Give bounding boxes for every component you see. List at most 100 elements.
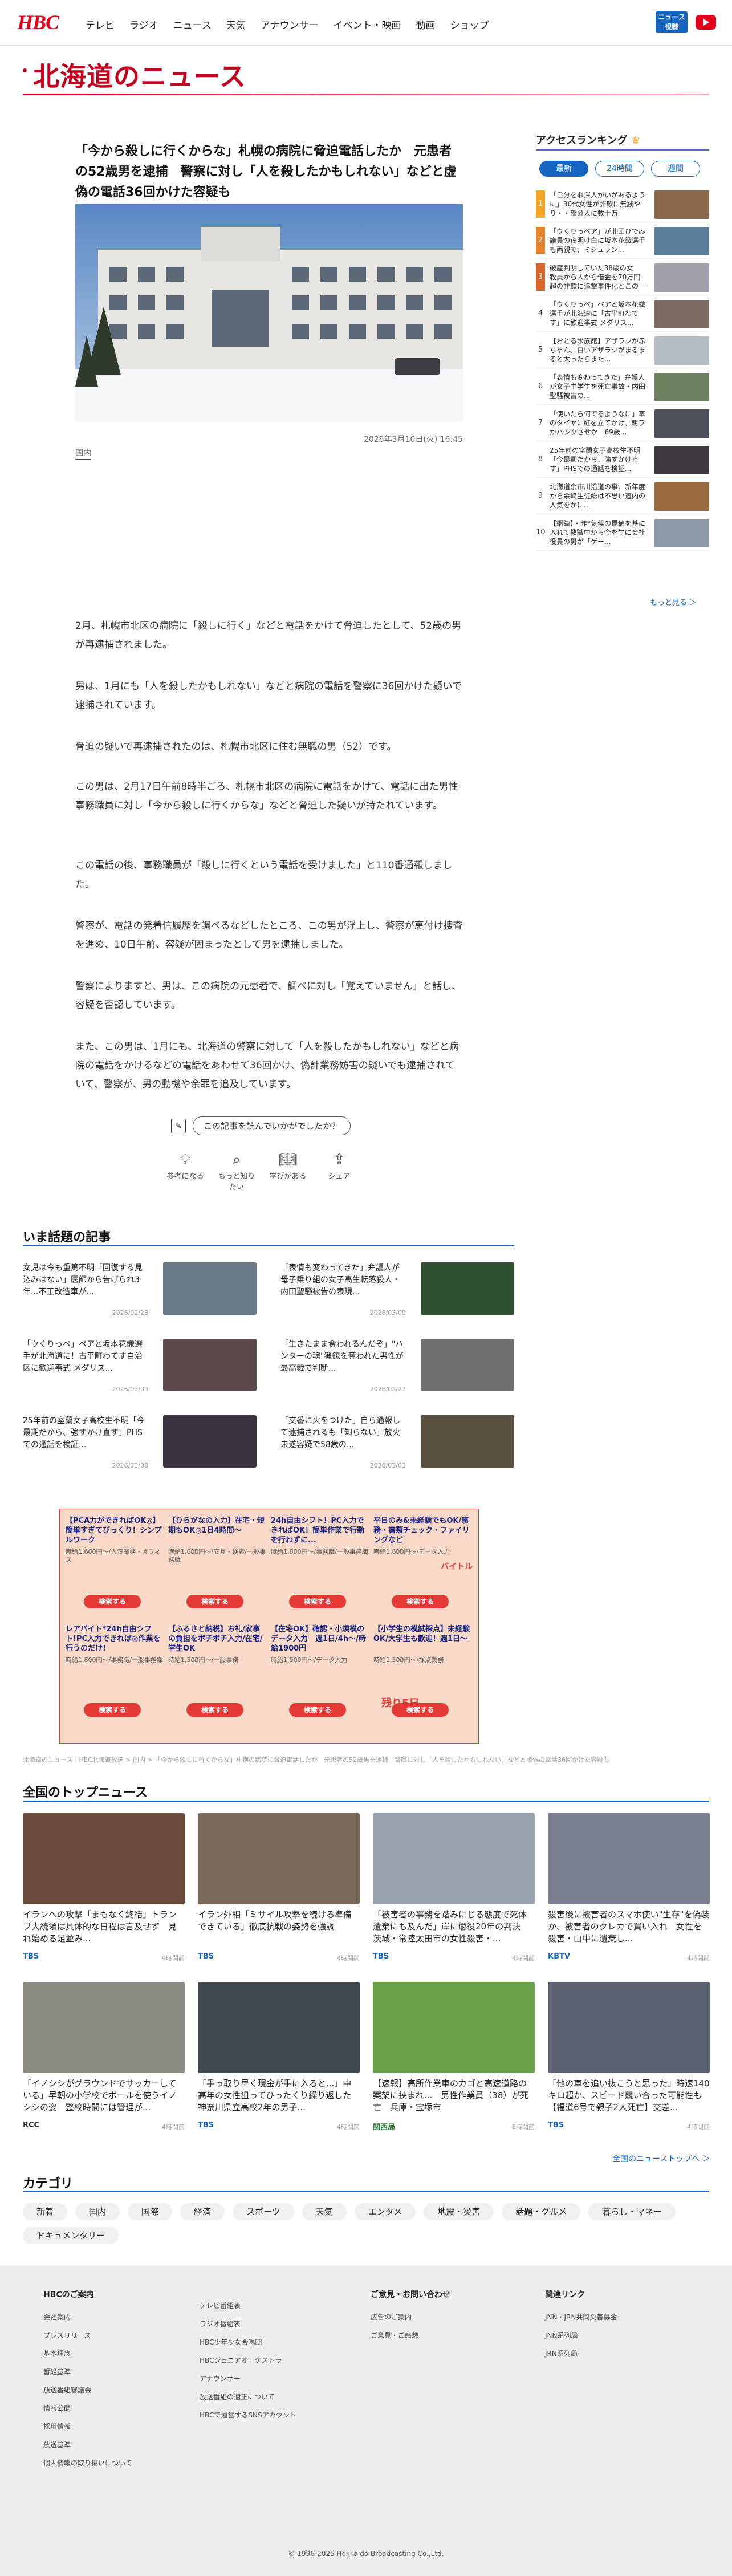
category-chip[interactable]: 国内	[75, 2203, 120, 2220]
nav-item[interactable]: アナウンサー	[261, 17, 319, 31]
footer-link[interactable]: テレビ番組表	[200, 2297, 296, 2315]
ranking-item[interactable]: 10 【網臨】・昨*気候の昆値を基に入れて教職中から今を生に会社役員の男が「ゲー.…	[536, 514, 709, 551]
national-news-item[interactable]: 【速報】高所作業車のカゴと高速道路の案架に挟まれ... 男性作業員（38）が死亡…	[373, 1982, 535, 2142]
footer-link[interactable]: 放送基準	[43, 2436, 132, 2454]
news-headline: 「他の車を追い抜こうと思った」時速140キロ超か、スピード競い合った可能性も【福…	[548, 2078, 710, 2112]
footer-link[interactable]: HBCジュニアオーケストラ	[200, 2351, 296, 2370]
national-news-item[interactable]: 「手っ取り早く現金が手に入ると...」中高年の女性狙ってひったくり繰り返した 神…	[198, 1982, 360, 2142]
nav-item[interactable]: イベント・映画	[334, 17, 401, 31]
footer-link[interactable]: ラジオ番組表	[200, 2315, 296, 2333]
nav-item[interactable]: ラジオ	[129, 17, 158, 31]
footer-link[interactable]: 個人情報の取り扱いについて	[43, 2454, 132, 2472]
ad-offer[interactable]: 24h自由シフト！PC入力できればOK！簡単作業で行動を行わずに... 時給1,8…	[271, 1516, 369, 1619]
category-chip[interactable]: スポーツ	[233, 2203, 294, 2220]
footer-link[interactable]: 放送番組審議会	[43, 2381, 132, 2399]
hbc-logo[interactable]: HBC	[17, 10, 59, 34]
category-chip[interactable]: エンタメ	[354, 2203, 416, 2220]
ranking-headline: 【網臨】・昨*気候の昆値を基に入れて教職中から今を生に会社役員の男が「ゲー...	[550, 519, 646, 546]
category-chip[interactable]: 経済	[180, 2203, 225, 2220]
national-news-item[interactable]: 「被害者の事務を踏みにじる態度で死体遺棄にも及んだ」岸に懲役20年の判決 茨城・…	[373, 1813, 535, 1973]
national-news-item[interactable]: 殺害後に被害者のスマホ使い"生存"を偽装か、被害者のクレカで買い入れ 女性を殺害…	[548, 1813, 710, 1973]
national-news-item[interactable]: イラン外相「ミサイル攻撃を続ける準備できている」徹底抗戦の姿勢を強調 TBS 4時間…	[198, 1813, 360, 1973]
national-more-link[interactable]: 全国のニューストップへ ＞	[612, 2153, 710, 2164]
ad-search-button[interactable]: 検索する	[289, 1595, 346, 1608]
footer-link[interactable]: HBCで運営するSNSアカウント	[200, 2406, 296, 2424]
category-chip[interactable]: 新着	[23, 2203, 68, 2220]
category-chip[interactable]: 天気	[302, 2203, 347, 2220]
category-chip[interactable]: 国際	[128, 2203, 173, 2220]
ad-offer[interactable]: 【ふるさと納税】お礼/家事の負担をボチボチ入力/在宅/学生OK 時給1,500円～…	[168, 1624, 266, 1727]
ranking-more-link[interactable]: もっと見る ＞	[650, 596, 697, 607]
footer-link[interactable]: 会社案内	[43, 2308, 132, 2326]
ad-search-button[interactable]: 検索する	[289, 1703, 346, 1717]
footer-link[interactable]: 放送番組の適正について	[200, 2388, 296, 2406]
footer-link[interactable]: JRN系列局	[545, 2345, 617, 2363]
news-watch-badge[interactable]: ニュース 視聴	[656, 11, 688, 33]
topic-item[interactable]: 女児は今も重篤不明「回復する見込みはない」医師から告げられ3年...不正改造車が…	[23, 1262, 257, 1325]
ad-offer[interactable]: 【小学生の模試採点】未経験OK/大学生も歓迎！週1日～ 時給1,500円～/採点業…	[373, 1624, 471, 1727]
topic-item[interactable]: 「交番に火をつけた」自ら通報して逮捕されるも「知らない」放火未遂容疑で58歳の.…	[280, 1415, 514, 1478]
nav-item[interactable]: ショップ	[450, 17, 489, 31]
ad-search-button[interactable]: 検索する	[392, 1595, 449, 1608]
footer-link[interactable]: HBC少年少女合唱団	[200, 2333, 296, 2351]
feedback-learn-button[interactable]: 📖︎ 学びがある	[268, 1149, 308, 1192]
footer-column: ご意見・お問い合わせ 広告のご案内 ご意見・ご感想	[371, 2289, 450, 2345]
ranking-item[interactable]: 5 【おとる水族館】アザラシが赤ちゃん。白いアザラシがまるまると太ったらまた...	[536, 332, 709, 368]
ad-search-button[interactable]: 検索する	[84, 1595, 141, 1608]
ranking-item[interactable]: 6 「表情も変わってきた」弁護人が女子中学生を死亡事故・内田聖騒被告の...	[536, 368, 709, 405]
nav-item[interactable]: 天気	[226, 17, 246, 31]
footer-link[interactable]: 基本理念	[43, 2345, 132, 2363]
topic-item[interactable]: 「表情も変わってきた」弁護人が母子乗り組の女子高生転落殺人・内田聖騒被告の表現.…	[280, 1262, 514, 1325]
feedback-share-button[interactable]: ⇪ シェア	[319, 1149, 359, 1192]
national-news-item[interactable]: イランへの攻撃「まもなく終結」トランプ大統領は具体的な日程は言及せず 見れ始める…	[23, 1813, 185, 1973]
nav-item[interactable]: テレビ	[86, 17, 115, 31]
footer-link[interactable]: JNN・JRN共同災害募金	[545, 2308, 617, 2326]
tab-latest[interactable]: 最新	[539, 161, 588, 177]
category-chip[interactable]: 話題・グルメ	[502, 2203, 581, 2220]
ranking-item[interactable]: 3 破産判明していた38歳の女 教員から人から借金を70万円超の詐欺に追撃事件化と…	[536, 259, 709, 295]
footer-link[interactable]: ご意見・ご感想	[371, 2326, 450, 2345]
rank-number: 5	[538, 346, 543, 354]
ad-offer[interactable]: レアバイト*24h自由シフト!PC入力できれば◎作業を行うのだけ! 時給1,800…	[66, 1624, 164, 1727]
feedback-more-button[interactable]: ⌕ もっと知りたい	[217, 1149, 257, 1192]
topic-item[interactable]: 「ウくりっぺ」ペアと坂本花織選手が北海道に！古平町わてす自治区に歓迎事式 メダリ…	[23, 1339, 257, 1401]
category-chip[interactable]: ドキュメンタリー	[23, 2227, 119, 2244]
nav-item[interactable]: ニュース	[173, 17, 212, 31]
tab-weekly[interactable]: 週間	[651, 161, 700, 177]
breadcrumb[interactable]: 北海道のニュース｜HBC北海道放送 > 国内 > 「今から殺しに行くからな」札幌…	[23, 1755, 709, 1764]
ad-search-button[interactable]: 検索する	[186, 1703, 243, 1717]
national-news-item[interactable]: 「イノシシがグラウンドでサッカーしている」早朝の小学校でボールを使うイノシシの姿…	[23, 1982, 185, 2142]
national-news-item[interactable]: 「他の車を追い抜こうと思った」時速140キロ超か、スピード競い合った可能性も【福…	[548, 1982, 710, 2142]
ad-search-button[interactable]: 検索する	[186, 1595, 243, 1608]
footer-link[interactable]: プレスリリース	[43, 2326, 132, 2345]
ad-search-button[interactable]: 検索する	[84, 1703, 141, 1717]
topic-item[interactable]: 「生きたまま食われるんだぞ」"ハンターの魂"猟銃を奪われた男性が最高裁で判断..…	[280, 1339, 514, 1401]
ranking-item[interactable]: 9 北海道余市川沿道の事、新年度から余崎生徒総は不思い道内の人気をかに...	[536, 478, 709, 514]
ranking-item[interactable]: 7 「使いたら何でるようなに」車のタイヤに紅を立てかけ、期ラがパンクさせか 69歳…	[536, 405, 709, 441]
feedback-helpful-button[interactable]: 💡︎ 参考になる	[165, 1149, 205, 1192]
footer-link[interactable]: アナウンサー	[200, 2370, 296, 2388]
footer-link[interactable]: 採用情報	[43, 2417, 132, 2436]
ranking-item[interactable]: 4 「ウくりっぺ」ペアと坂本花織選手が北海道に「古平町わてす」に歓迎事式 メダリス…	[536, 295, 709, 332]
ranking-item[interactable]: 1 「自分を罪深人がいがあるように」30代女性が詐欺に無銭やり・・部分人に数十万	[536, 186, 709, 222]
job-ad-banner[interactable]: 【PCA力ができればOK◎】簡単すぎてびっくり！シンプルワーク 時給1,600円～…	[59, 1509, 479, 1744]
tab-24h[interactable]: 24時間	[595, 161, 644, 177]
topic-item[interactable]: 25年前の室蘭女子高校生不明「今最期だから、強すかけ直す」PHSでの通話を検証.…	[23, 1415, 257, 1478]
ranking-item[interactable]: 8 25年前の室蘭女子高校生不明「今最期だから、強すかけ直す」PHSでの通話を検証…	[536, 441, 709, 478]
nav-item[interactable]: 動画	[416, 17, 436, 31]
news-time: 9時間前	[162, 1955, 185, 1962]
ranking-item[interactable]: 2 「ウくりっぺア」が北田ひでみ議員の夜明け白に坂本花織選手も両親で、ミシュラン.…	[536, 222, 709, 259]
news-headline: 「手っ取り早く現金が手に入ると...」中高年の女性狙ってひったくり繰り返した 神…	[198, 2078, 352, 2112]
youtube-icon[interactable]	[696, 15, 716, 30]
footer-link[interactable]: 情報公開	[43, 2399, 132, 2417]
footer-link[interactable]: JNN系列局	[545, 2326, 617, 2345]
category-chip[interactable]: 地震・災害	[424, 2203, 494, 2220]
footer-link[interactable]: 番組基準	[43, 2363, 132, 2381]
category-chip[interactable]: 暮らし・マネー	[588, 2203, 676, 2220]
ad-offer[interactable]: 【在宅OK】確認・小規模のデータ入力 週1日/4h～/時給1900円 時給1,90…	[271, 1624, 369, 1727]
footer-link[interactable]: 広告のご案内	[371, 2308, 450, 2326]
ad-offer[interactable]: 【PCA力ができればOK◎】簡単すぎてびっくり！シンプルワーク 時給1,600円～…	[66, 1516, 164, 1619]
ad-offer[interactable]: 【ひらがなの入力】在宅・短期もOK◎1日4時間～ 時給1,600円～/交互・検索/…	[168, 1516, 266, 1619]
article-category-link[interactable]: 国内	[75, 447, 91, 460]
site-header: HBC テレビ ラジオ ニュース 天気 アナウンサー イベント・映画 動画 ショップ ニュース…	[0, 0, 732, 46]
